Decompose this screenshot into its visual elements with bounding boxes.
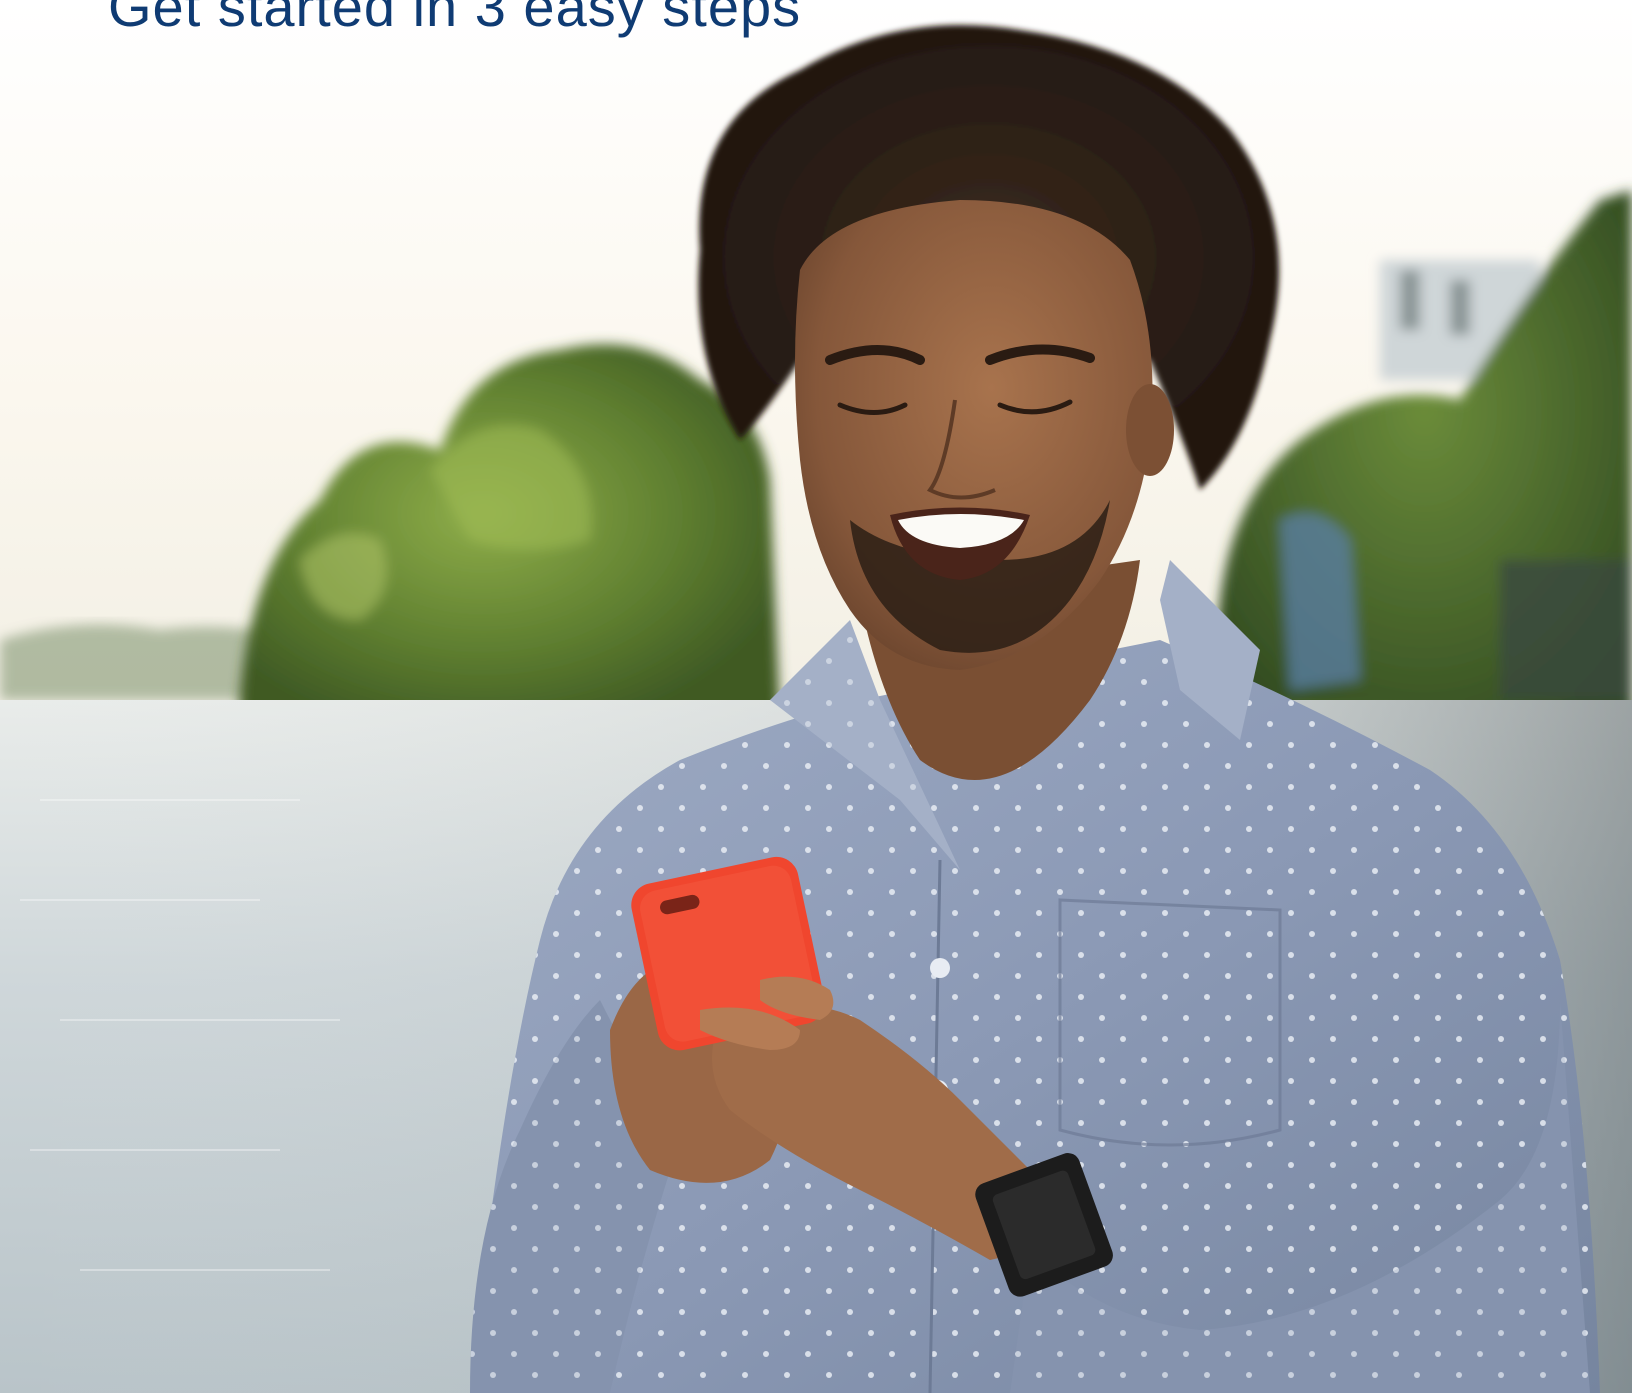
hero-page: Get started in 3 easy steps xyxy=(0,0,1632,1393)
hero-photo xyxy=(0,0,1632,1393)
headline: Get started in 3 easy steps xyxy=(108,0,802,38)
